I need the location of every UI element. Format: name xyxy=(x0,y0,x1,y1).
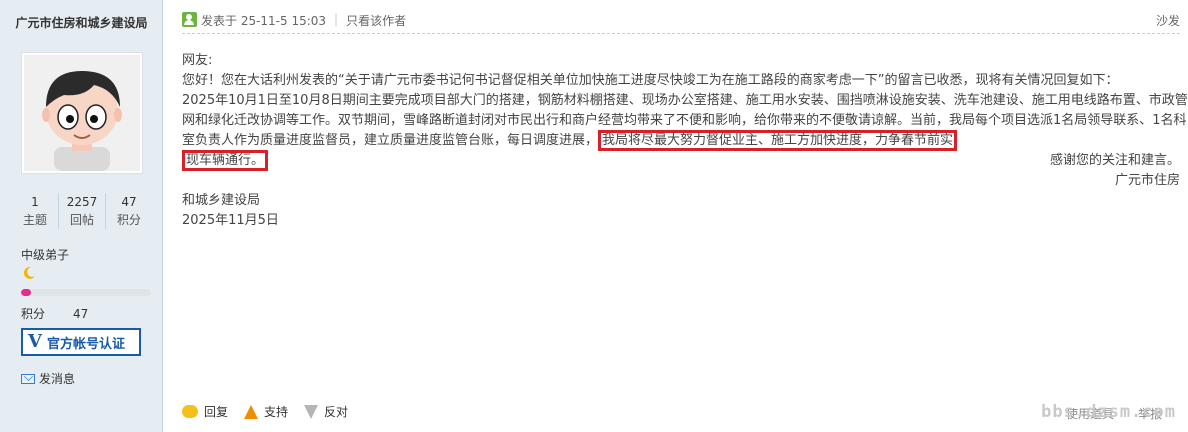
stat-replies-count: 2257 xyxy=(66,195,98,209)
reply-button[interactable]: 回复 xyxy=(182,403,228,420)
rank-progress-bar xyxy=(21,289,151,296)
stat-credits-label: 积分 xyxy=(116,213,141,227)
reply-icon xyxy=(182,405,198,418)
verified-v-icon: V xyxy=(28,331,42,352)
signature-line-1: 广元市住房 xyxy=(1114,173,1180,188)
highlight-box-2: 现车辆通行。 xyxy=(182,150,269,171)
credits-value: 47 xyxy=(73,307,89,321)
send-message-label: 发消息 xyxy=(39,372,76,386)
stat-topics-count: 1 xyxy=(31,195,39,209)
signature-line-2: 和城乡建设局 xyxy=(182,193,261,208)
avatar[interactable] xyxy=(21,52,143,174)
stat-credits[interactable]: 47 积分 xyxy=(105,193,152,229)
official-account-badge[interactable]: V 官方帐号认证 xyxy=(21,328,141,356)
moon-icon xyxy=(23,266,35,279)
support-button[interactable]: 支持 xyxy=(244,403,288,420)
credits-label: 积分 xyxy=(21,307,46,321)
credits-row: 积分 47 xyxy=(21,305,88,322)
thumbs-down-arrow-icon xyxy=(304,404,319,419)
greeting: 网友: xyxy=(182,53,213,68)
only-author-link[interactable]: 只看该作者 xyxy=(346,12,406,29)
stat-replies[interactable]: 2257 回帖 xyxy=(58,193,105,229)
stat-replies-label: 回帖 xyxy=(69,213,94,227)
thumbs-up-arrow-icon xyxy=(244,404,259,419)
post-header: 发表于 25-11-5 15:03 | 只看该作者 沙发 xyxy=(182,12,1180,34)
post-time: 发表于 25-11-5 15:03 xyxy=(201,14,327,28)
author-stats: 1 主题 2257 回帖 47 积分 xyxy=(12,193,152,229)
send-message-link[interactable]: 发消息 xyxy=(21,370,75,387)
reply-date: 2025年11月5日 xyxy=(182,213,279,228)
oppose-label: 反对 xyxy=(324,405,349,419)
floor-number[interactable]: 沙发 xyxy=(1156,12,1180,29)
stat-credits-count: 47 xyxy=(121,195,137,209)
paragraph-1: 您好！您在大话利州发表的“关于请广元市委书记何书记督促相关单位加快施工进度尽快竣… xyxy=(182,73,1119,88)
post-main: 发表于 25-11-5 15:03 | 只看该作者 沙发 网友: 您好！您在大话… xyxy=(164,0,1188,432)
avatar-image xyxy=(24,55,140,171)
stat-topics-label: 主题 xyxy=(22,213,47,227)
site-watermark: bbs.dzsm.com xyxy=(1041,402,1176,422)
author-name-link[interactable]: 广元市住房和城乡建设局 xyxy=(0,14,163,31)
author-sidebar: 广元市住房和城乡建设局 1 主题 2257 回帖 47 积分 中级弟子 积分 4… xyxy=(0,0,163,432)
rank-progress-fill xyxy=(21,289,32,296)
post-content: 网友: 您好！您在大话利州发表的“关于请广元市委书记何书记督促相关单位加快施工进… xyxy=(182,51,1188,231)
envelope-icon xyxy=(21,373,35,384)
reply-label: 回复 xyxy=(204,405,229,419)
user-rank[interactable]: 中级弟子 xyxy=(21,246,69,263)
paragraph-2: 2025年10月1日至10月8日期间主要完成项目部大门的搭建，钢筋材料棚搭建、现… xyxy=(182,91,1188,151)
support-label: 支持 xyxy=(264,405,289,419)
badge-text: 官方帐号认证 xyxy=(47,336,126,352)
highlight-box-1: 我局将尽最大努力督促业主、施工方加快进度，力争春节前实 xyxy=(598,130,958,151)
post-actions: 回复 支持 反对 xyxy=(182,403,364,420)
thanks-line: 感谢您的关注和建言。 xyxy=(1049,153,1180,168)
header-separator: | xyxy=(334,12,339,26)
user-online-icon xyxy=(182,12,197,27)
stat-topics[interactable]: 1 主题 xyxy=(12,193,58,229)
oppose-button[interactable]: 反对 xyxy=(304,403,348,420)
